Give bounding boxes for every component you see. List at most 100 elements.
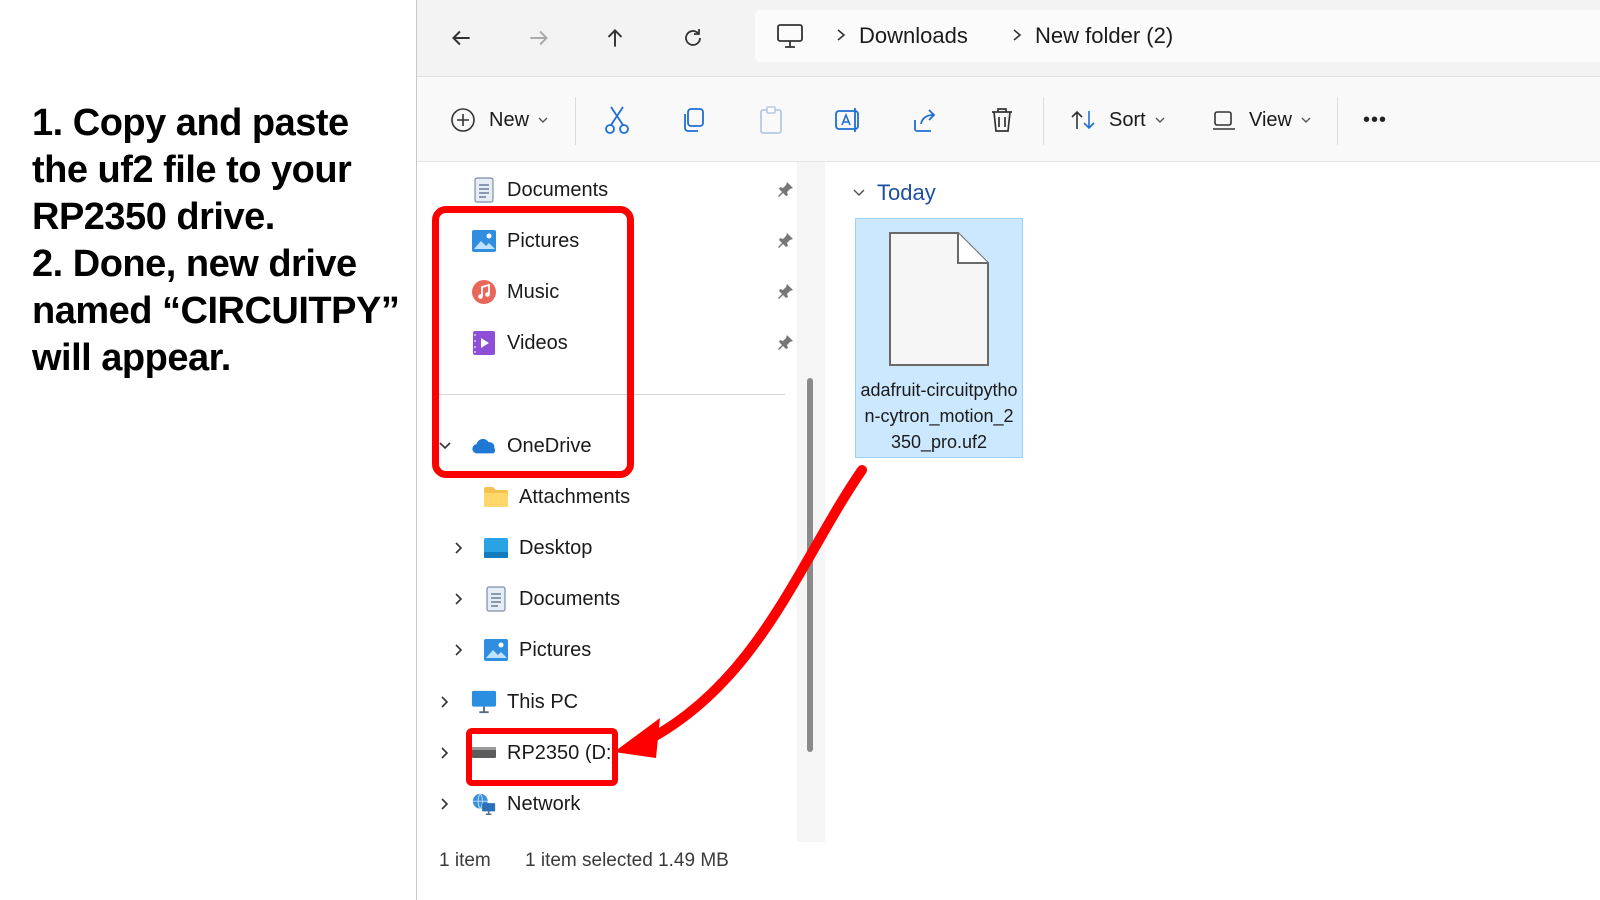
pin-icon [778, 233, 793, 248]
nav-item-desktop[interactable]: Desktop [483, 528, 592, 568]
clipboard-icon [760, 106, 782, 134]
nav-item-label: Documents [519, 587, 621, 610]
rename-icon [835, 108, 859, 132]
pin-icon [778, 335, 793, 350]
nav-item-attachments[interactable]: Attachments [483, 477, 630, 517]
drive-highlight-box [466, 728, 618, 786]
forward-button[interactable] [519, 18, 559, 58]
back-button[interactable] [441, 18, 481, 58]
copy-button[interactable] [679, 103, 707, 137]
chevron-down-icon [1155, 117, 1165, 123]
paste-button[interactable] [757, 103, 785, 137]
chevron-down-icon [853, 189, 865, 197]
documents-icon [471, 177, 497, 203]
command-bar: New Sort View ••• [417, 77, 1600, 162]
instruction-line-3: RP2350 drive. [32, 196, 275, 238]
nav-item-label: This PC [507, 690, 579, 713]
expand-chevron[interactable] [449, 589, 469, 609]
breadcrumb-downloads[interactable]: Downloads [859, 23, 968, 49]
nav-item-label: Desktop [519, 536, 593, 559]
pictures-icon [483, 637, 509, 663]
address-bar[interactable]: Downloads New folder (2) [755, 10, 1600, 62]
chevron-right-icon [455, 542, 463, 554]
plus-circle-icon [451, 108, 475, 132]
chevron-right-icon [441, 696, 449, 708]
desktop-icon [483, 535, 509, 561]
instruction-line-1: 1. Copy and paste [32, 102, 349, 144]
more-options-button[interactable]: ••• [1363, 103, 1387, 137]
pin-icon [778, 284, 793, 299]
instruction-text: 1. Copy and paste the uf2 file to your R… [32, 100, 422, 382]
toolbar-separator [575, 97, 576, 145]
file-list-pane: Today adafruit-circuitpython-cytron_moti… [827, 162, 1600, 842]
arrow-right-icon [530, 30, 548, 46]
expand-chevron[interactable] [435, 794, 455, 814]
file-name: adafruit-circuitpython-cytron_motion_235… [860, 380, 1018, 452]
group-header-today[interactable]: Today [851, 180, 936, 206]
arrow-left-icon [452, 30, 470, 46]
title-bar: Downloads New folder (2) [417, 0, 1600, 77]
sort-button[interactable]: Sort [1069, 103, 1166, 137]
network-icon [471, 791, 497, 817]
chevron-right-icon [455, 644, 463, 656]
new-label: New [489, 108, 530, 131]
status-selection: 1 item selected 1.49 MB [525, 850, 729, 871]
chevron-right-icon [441, 798, 449, 810]
nav-item-label: Documents [507, 178, 609, 201]
status-item-count: 1 item [439, 850, 491, 871]
pin-icon [778, 182, 793, 197]
file-icon [889, 232, 989, 366]
trash-icon [992, 108, 1012, 132]
folder-icon [483, 484, 509, 510]
view-button[interactable]: View [1211, 103, 1312, 137]
expand-chevron[interactable] [449, 538, 469, 558]
computer-icon [777, 24, 803, 48]
refresh-icon [685, 29, 701, 46]
cut-button[interactable] [603, 103, 631, 137]
copy-icon [684, 108, 704, 132]
chevron-right-icon [441, 747, 449, 759]
sort-icon [1071, 110, 1095, 130]
group-label: Today [877, 180, 936, 205]
chevron-right-icon [455, 593, 463, 605]
share-button[interactable] [911, 103, 939, 137]
documents-icon [483, 586, 509, 612]
instruction-line-4: 2. Done, new drive [32, 243, 357, 285]
nav-item-label: Attachments [519, 485, 631, 508]
file-item[interactable]: adafruit-circuitpython-cytron_motion_235… [855, 218, 1023, 458]
nav-item-onedrive-documents[interactable]: Documents [483, 579, 620, 619]
arrow-up-icon [607, 29, 623, 47]
instruction-line-6: will appear. [32, 337, 231, 379]
nav-item-onedrive-pictures[interactable]: Pictures [483, 630, 591, 670]
this-pc-icon [471, 689, 497, 715]
delete-button[interactable] [989, 103, 1015, 137]
view-icon [1213, 111, 1235, 130]
chevron-down-icon [1301, 117, 1311, 123]
nav-item-documents[interactable]: Documents [471, 170, 608, 210]
breadcrumb-new-folder[interactable]: New folder (2) [1035, 23, 1173, 49]
nav-scrollbar-thumb[interactable] [807, 378, 813, 752]
scissors-icon [605, 106, 629, 134]
chevron-right-icon [837, 29, 846, 41]
expand-chevron[interactable] [435, 743, 455, 763]
nav-item-network[interactable]: Network [471, 784, 580, 824]
chevron-down-icon [538, 117, 548, 123]
toolbar-separator [1043, 97, 1044, 145]
file-highlight-box [432, 206, 634, 478]
status-bar: 1 item 1 item selected 1.49 MB [417, 842, 1600, 900]
refresh-button[interactable] [673, 18, 713, 58]
share-icon [914, 109, 936, 132]
expand-chevron[interactable] [449, 640, 469, 660]
view-label: View [1249, 108, 1292, 131]
toolbar-separator [1337, 97, 1338, 145]
nav-item-this-pc[interactable]: This PC [471, 682, 578, 722]
chevron-right-icon [1013, 29, 1022, 41]
up-button[interactable] [595, 18, 635, 58]
expand-chevron[interactable] [435, 692, 455, 712]
nav-item-label: Network [507, 792, 581, 815]
rename-button[interactable] [833, 103, 863, 137]
nav-item-label: Pictures [519, 638, 592, 661]
new-button[interactable]: New [449, 103, 549, 137]
sort-label: Sort [1109, 108, 1146, 131]
instruction-line-5: named “CIRCUITPY” [32, 290, 400, 332]
